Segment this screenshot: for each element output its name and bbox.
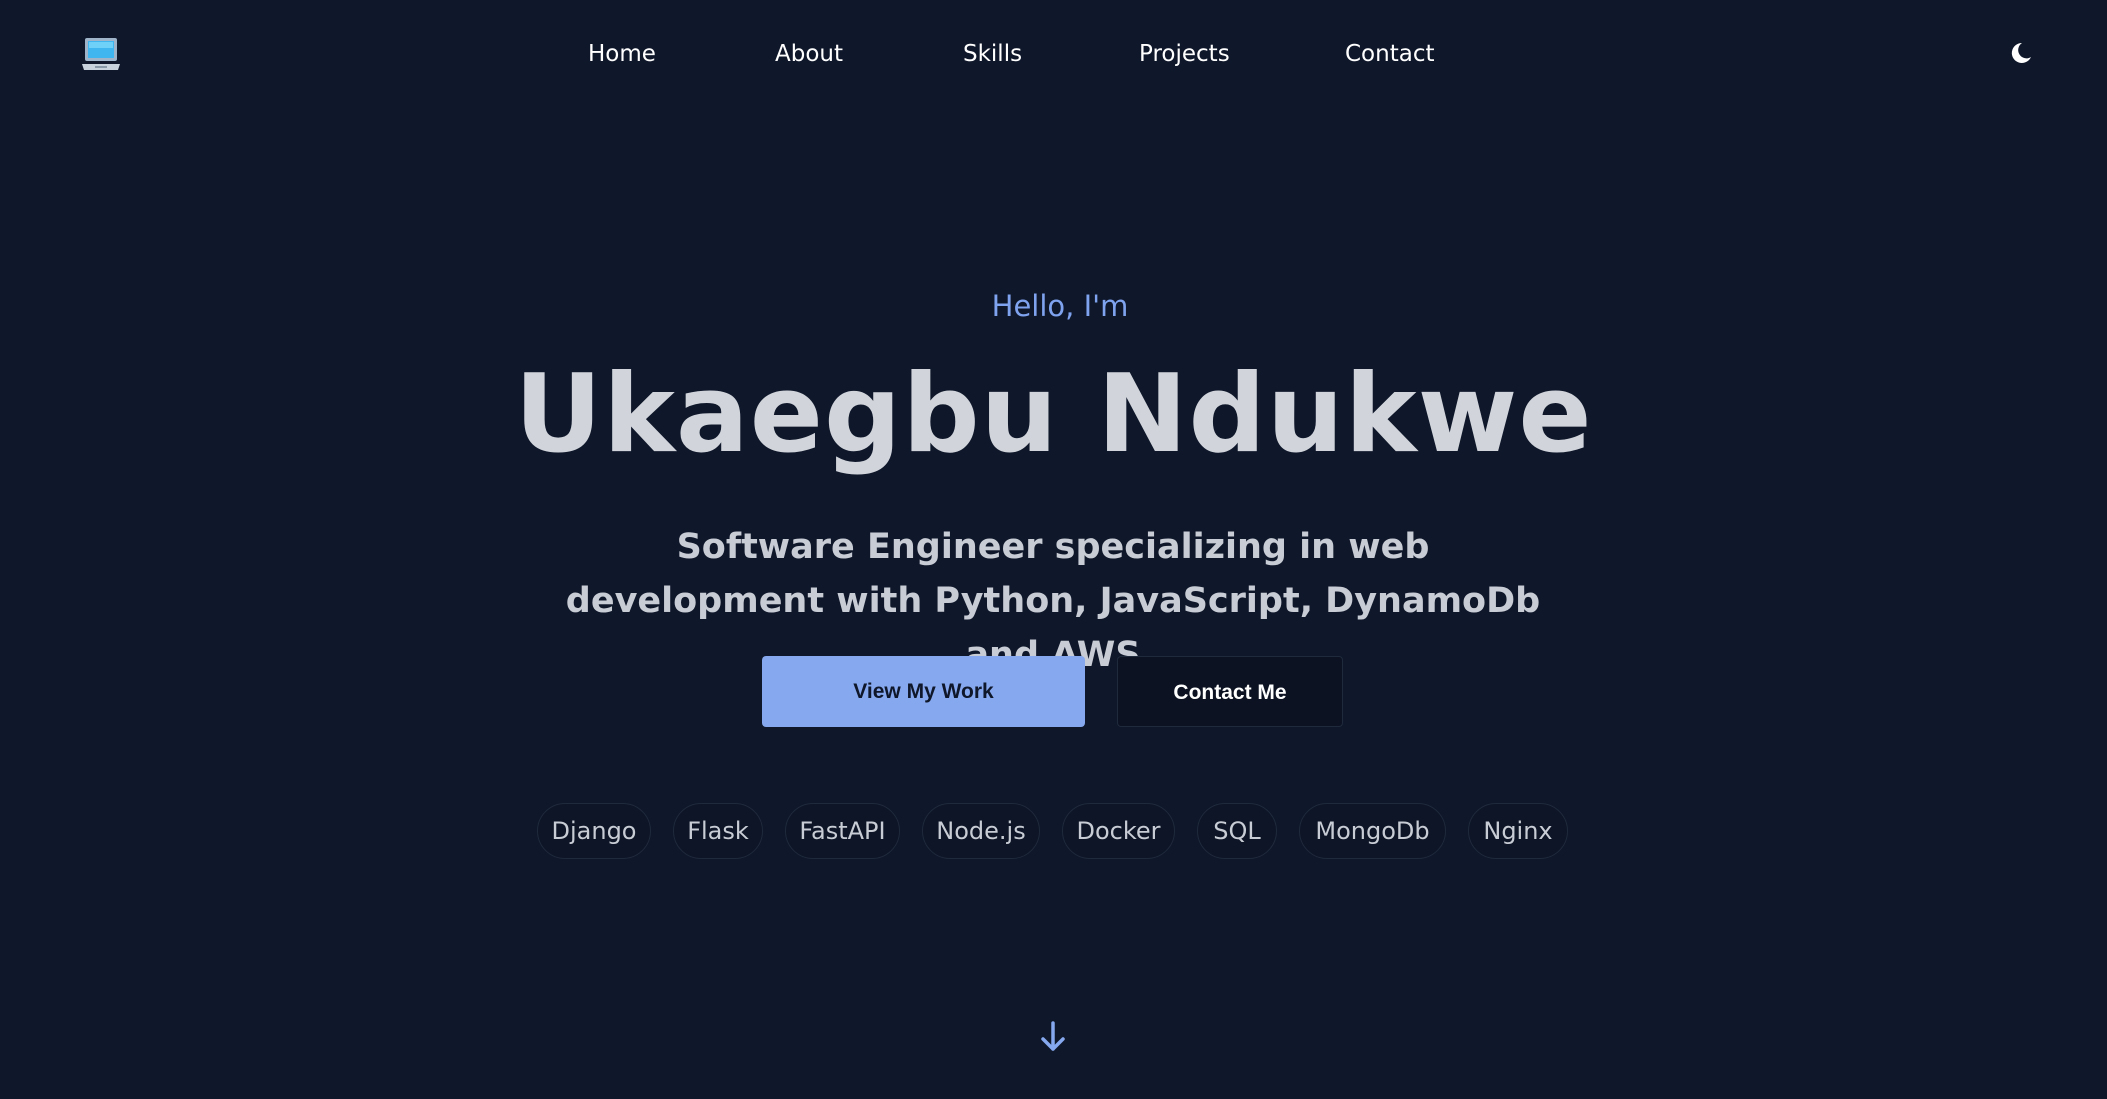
greeting-text: Hello, I'm bbox=[991, 289, 1129, 323]
skill-tag-nginx: Nginx bbox=[1468, 803, 1568, 859]
skill-tag-mongodb: MongoDb bbox=[1299, 803, 1446, 859]
skill-tag-sql: SQL bbox=[1197, 803, 1277, 859]
arrow-down-icon[interactable] bbox=[1039, 1020, 1067, 1054]
skill-tag-docker: Docker bbox=[1062, 803, 1175, 859]
skill-tag-nodejs: Node.js bbox=[922, 803, 1040, 859]
skill-tags: Django Flask FastAPI Node.js Docker SQL … bbox=[0, 803, 2107, 859]
contact-me-button[interactable]: Contact Me bbox=[1117, 656, 1343, 727]
page: Home About Skills Projects Contact Hello… bbox=[0, 0, 2107, 1099]
skill-tag-django: Django bbox=[537, 803, 651, 859]
skill-tag-flask: Flask bbox=[673, 803, 763, 859]
hero-section: Hello, I'm Ukaegbu Ndukwe Software Engin… bbox=[0, 0, 2107, 1099]
view-my-work-button[interactable]: View My Work bbox=[762, 656, 1085, 727]
skill-tag-fastapi: FastAPI bbox=[785, 803, 900, 859]
hero-name: Ukaegbu Ndukwe bbox=[514, 352, 1593, 477]
